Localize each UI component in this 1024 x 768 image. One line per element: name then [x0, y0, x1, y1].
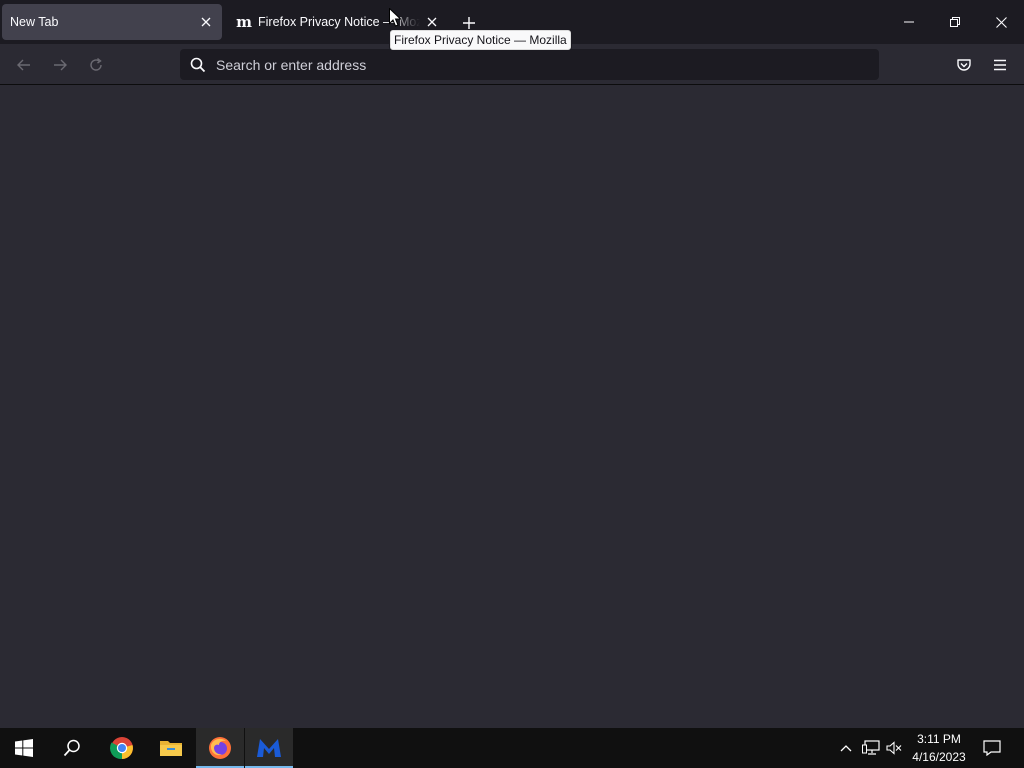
minimize-button[interactable] — [886, 0, 932, 44]
pocket-icon — [957, 59, 971, 71]
windows-taskbar: 3:11 PM 4/16/2023 — [0, 728, 1024, 768]
forward-button[interactable] — [45, 50, 75, 80]
taskbar-firefox[interactable] — [196, 728, 244, 768]
reload-button[interactable] — [81, 50, 111, 80]
notifications-icon — [983, 740, 1001, 756]
tab-new-tab[interactable]: New Tab — [2, 4, 222, 40]
restore-button[interactable] — [932, 0, 978, 44]
windows-start-icon — [15, 739, 33, 757]
window-controls — [886, 0, 1024, 44]
search-icon — [182, 57, 214, 73]
close-icon — [995, 16, 1007, 28]
close-window-button[interactable] — [978, 0, 1024, 44]
url-bar[interactable] — [180, 49, 879, 80]
close-tab-icon[interactable] — [194, 10, 218, 34]
taskbar-file-explorer[interactable] — [147, 728, 195, 768]
chrome-icon — [110, 737, 133, 760]
taskbar-clock[interactable]: 3:11 PM 4/16/2023 — [906, 730, 972, 766]
network-status[interactable] — [860, 728, 882, 768]
mouse-cursor-icon — [389, 8, 401, 27]
network-icon — [862, 740, 880, 755]
taskbar-malwarebytes[interactable] — [245, 728, 293, 768]
show-hidden-icons-button[interactable] — [836, 728, 856, 768]
reload-icon — [90, 57, 102, 71]
forward-arrow-icon — [54, 59, 67, 71]
tab-tooltip: Firefox Privacy Notice — Mozilla — [389, 29, 572, 51]
address-input[interactable] — [216, 56, 879, 73]
back-arrow-icon — [17, 59, 30, 71]
taskbar-search-button[interactable] — [48, 728, 96, 768]
search-icon — [63, 739, 80, 757]
clock-date: 4/16/2023 — [912, 750, 966, 764]
restore-icon — [950, 17, 960, 27]
mozilla-m-icon: m — [236, 13, 252, 31]
volume-control[interactable] — [884, 728, 904, 768]
firefox-icon — [209, 737, 231, 759]
tab-label: New Tab — [10, 15, 59, 29]
page-content-area — [0, 85, 1024, 728]
app-menu-button[interactable] — [985, 50, 1015, 80]
volume-muted-icon — [886, 741, 902, 755]
taskbar-chrome[interactable] — [98, 728, 146, 768]
plus-icon — [463, 17, 475, 29]
back-button[interactable] — [9, 50, 39, 80]
file-explorer-icon — [160, 741, 182, 756]
start-button[interactable] — [0, 728, 48, 768]
malwarebytes-icon — [257, 739, 281, 757]
minimize-icon — [904, 21, 914, 23]
chevron-up-icon — [840, 745, 852, 752]
clock-time: 3:11 PM — [917, 732, 961, 746]
pocket-button[interactable] — [949, 50, 979, 80]
hamburger-menu-icon — [994, 59, 1006, 71]
action-center-button[interactable] — [978, 728, 1006, 768]
